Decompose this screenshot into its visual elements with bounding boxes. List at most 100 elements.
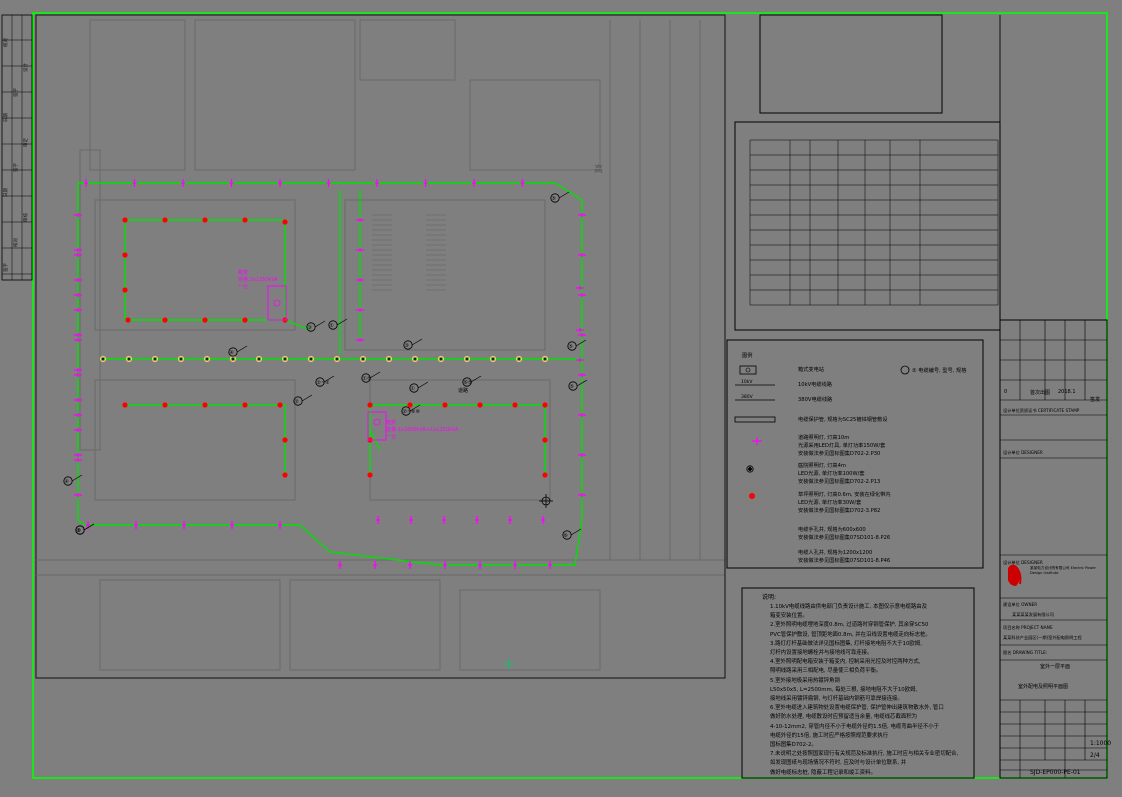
street-light-icon[interactable] [508, 516, 512, 524]
street-light-icon[interactable] [74, 278, 82, 282]
lawn-light-icon[interactable] [542, 437, 548, 443]
transformer-box-1[interactable] [267, 285, 287, 321]
street-light-icon[interactable] [576, 328, 584, 332]
drawing-number: SJD-EP000-PE-01 [1030, 769, 1081, 776]
revision-strip-label: 校对 [14, 238, 19, 247]
street-light-icon[interactable] [74, 493, 82, 497]
lawn-light-icon[interactable] [282, 472, 288, 478]
revision-strip-label: 设计 [24, 63, 29, 72]
lawn-light-icon[interactable] [122, 252, 128, 258]
street-light-icon[interactable] [578, 293, 586, 297]
street-light-icon[interactable] [578, 333, 586, 337]
street-light-icon[interactable] [326, 179, 331, 187]
street-light-icon[interactable] [74, 253, 82, 257]
street-light-icon[interactable] [74, 428, 82, 432]
lawn-light-icon[interactable] [122, 287, 128, 293]
equipment-table [734, 121, 1001, 331]
street-light-icon[interactable] [356, 218, 364, 222]
street-light-icon[interactable] [578, 413, 586, 417]
lawn-light-icon[interactable] [162, 402, 168, 408]
callout-label: ⑤ [77, 528, 81, 534]
street-light-icon[interactable] [376, 516, 380, 524]
street-light-icon[interactable] [541, 516, 545, 524]
lawn-light-icon[interactable] [202, 317, 208, 323]
street-light-icon[interactable] [74, 213, 82, 217]
street-light-icon[interactable] [278, 521, 282, 529]
lawn-light-icon[interactable] [202, 217, 208, 223]
street-light-icon[interactable] [442, 516, 446, 524]
street-light-icon[interactable] [356, 248, 364, 252]
street-light-icon[interactable] [74, 453, 82, 457]
street-light-icon[interactable] [74, 333, 82, 337]
lawn-light-icon[interactable] [542, 402, 548, 408]
drawing-title-label: 图名 DRAWING TITLE: [1003, 650, 1048, 655]
street-light-icon[interactable] [74, 338, 82, 342]
lawn-light-icon[interactable] [242, 217, 248, 223]
lawn-light-icon[interactable] [242, 402, 248, 408]
lawn-light-icon[interactable] [367, 402, 373, 408]
street-light-icon[interactable] [578, 373, 586, 377]
street-light-icon[interactable] [182, 521, 186, 529]
lawn-light-icon[interactable] [122, 217, 128, 223]
transformer-box-2[interactable] [367, 411, 387, 441]
note-line: 6.室外电缆进入建筑物处设置电缆保护管, 保护管伸出建筑物散水外, 管口 [770, 705, 944, 712]
lawn-light-icon[interactable] [202, 402, 208, 408]
lawn-light-icon[interactable] [122, 402, 128, 408]
street-light-icon[interactable] [84, 179, 88, 187]
street-light-icon[interactable] [74, 368, 82, 372]
street-light-icon[interactable] [74, 293, 82, 297]
revision-strip-label: 日期 [4, 113, 9, 122]
lawn-light-icon[interactable] [407, 402, 413, 408]
rev-by: 签发 [1090, 397, 1101, 403]
street-light-icon[interactable] [423, 179, 428, 187]
street-light-icon[interactable] [472, 179, 476, 187]
street-light-icon[interactable] [338, 561, 342, 569]
lawn-light-icon[interactable] [162, 217, 168, 223]
lawn-light-icon[interactable] [542, 472, 548, 478]
street-light-icon[interactable] [74, 373, 82, 377]
lawn-light-icon[interactable] [512, 402, 518, 408]
lawn-light-icon[interactable] [282, 219, 288, 225]
street-light-icon[interactable] [230, 521, 234, 529]
street-light-icon[interactable] [409, 516, 413, 524]
lawn-light-icon[interactable] [477, 402, 483, 408]
street-light-icon[interactable] [134, 521, 138, 529]
street-light-icon[interactable] [181, 179, 185, 187]
lawn-light-icon[interactable] [242, 317, 248, 323]
street-light-icon[interactable] [576, 286, 584, 290]
street-light-icon[interactable] [520, 179, 525, 187]
street-light-icon[interactable] [375, 179, 379, 187]
street-light-icon[interactable] [478, 561, 482, 569]
street-light-icon[interactable] [548, 561, 552, 569]
street-light-icon[interactable] [513, 561, 517, 569]
svg-text:容量:2x1250kVA: 容量:2x1250kVA [238, 276, 279, 283]
note-line: 3.路灯灯杆基础做法详见国标图集, 灯杆接地电阻不大于10欧姆, [770, 640, 922, 647]
street-light-icon[interactable] [74, 398, 82, 402]
street-light-icon[interactable] [443, 561, 447, 569]
street-light-icon[interactable] [132, 179, 137, 187]
street-light-icon[interactable] [578, 453, 586, 457]
street-light-icon[interactable] [475, 516, 479, 524]
base-map-lines [35, 14, 726, 679]
street-light-icon[interactable] [578, 493, 586, 497]
lawn-light-icon[interactable] [277, 402, 283, 408]
notes-title: 说明: [762, 594, 777, 601]
street-light-icon[interactable] [356, 338, 364, 342]
street-light-icon[interactable] [229, 179, 234, 187]
street-light-icon[interactable] [578, 253, 586, 257]
street-light-icon[interactable] [356, 278, 364, 282]
lawn-light-icon[interactable] [367, 472, 373, 478]
street-light-icon[interactable] [373, 561, 377, 569]
revision-strip-label: 校对 [4, 38, 9, 47]
street-light-icon[interactable] [74, 413, 82, 417]
street-light-icon[interactable] [74, 458, 82, 462]
street-light-icon[interactable] [74, 308, 82, 312]
street-light-icon[interactable] [356, 308, 364, 312]
street-light-icon[interactable] [74, 248, 82, 252]
lawn-light-icon[interactable] [162, 317, 168, 323]
street-light-icon[interactable] [278, 179, 282, 187]
lawn-light-icon[interactable] [125, 317, 131, 323]
lawn-light-icon[interactable] [442, 402, 448, 408]
lawn-light-icon[interactable] [282, 437, 288, 443]
street-light-icon[interactable] [578, 213, 586, 217]
